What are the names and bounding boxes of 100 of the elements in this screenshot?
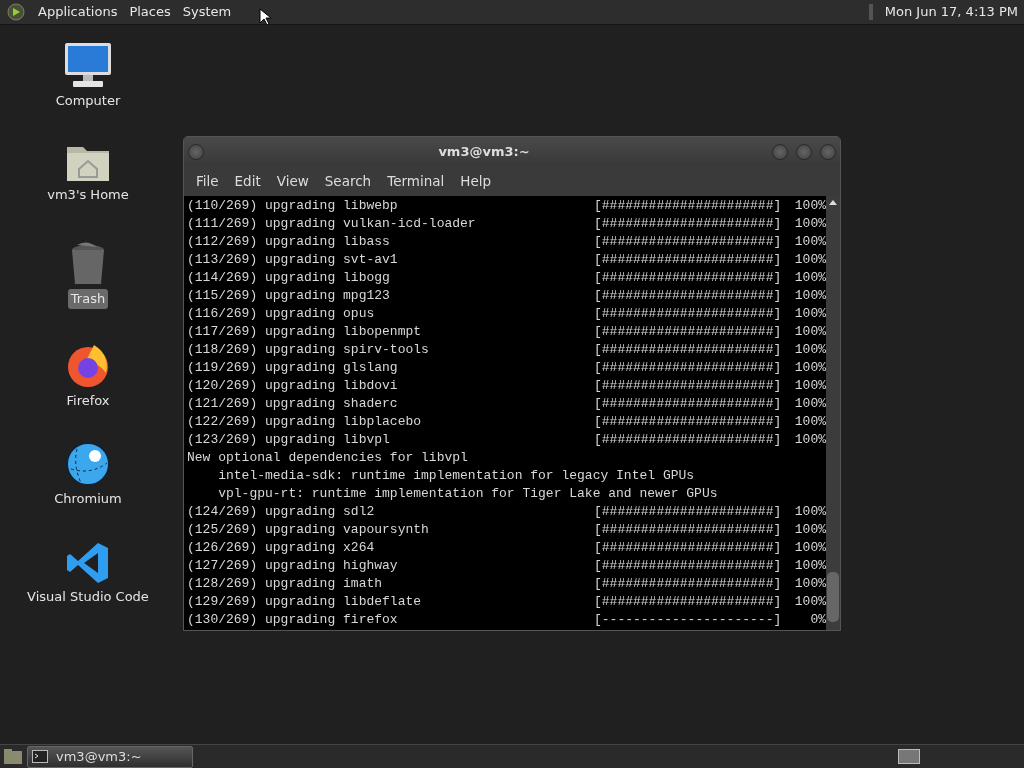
percent-text: 100%: [793, 287, 826, 305]
menu-item[interactable]: Help: [452, 170, 500, 192]
terminal-text: (116/269) upgrading opus: [187, 305, 376, 323]
terminal-text: (113/269) upgrading svt-av1: [187, 251, 399, 269]
panel-menu[interactable]: Applications: [32, 2, 124, 22]
panel-handle-icon: [868, 4, 873, 20]
workspace-switcher[interactable]: [898, 749, 920, 764]
percent-text: 100%: [793, 233, 826, 251]
terminal-text: (120/269) upgrading libdovi: [187, 377, 399, 395]
show-desktop-icon[interactable]: [3, 747, 23, 766]
percent-text: 100%: [793, 395, 826, 413]
percent-text: 100%: [793, 431, 826, 449]
icon-label[interactable]: Visual Studio Code: [24, 587, 152, 607]
progress-bar-text: [######################]: [594, 431, 783, 449]
progress-bar-text: [######################]: [594, 323, 783, 341]
terminal-icon: [32, 750, 48, 763]
terminal-text: (119/269) upgrading glslang: [187, 359, 399, 377]
menu-item[interactable]: Terminal: [379, 170, 453, 192]
chromium-icon[interactable]: [65, 441, 111, 487]
terminal-text: (129/269) upgrading libdeflate: [187, 593, 423, 611]
progress-bar-text: [######################]: [594, 413, 783, 431]
progress-bar-text: [######################]: [594, 269, 783, 287]
icon-label[interactable]: Trash: [67, 289, 109, 309]
progress-bar-text: [######################]: [594, 575, 783, 593]
terminal-text: (125/269) upgrading vapoursynth: [187, 521, 430, 539]
terminal-text: (115/269) upgrading mpg123: [187, 287, 391, 305]
progress-bar-text: [######################]: [594, 395, 783, 413]
percent-text: 100%: [793, 305, 826, 323]
terminal-text: (126/269) upgrading x264: [187, 539, 376, 557]
percent-text: 100%: [793, 593, 826, 611]
terminal-text: (114/269) upgrading libogg: [187, 269, 391, 287]
taskbar-button[interactable]: vm3@vm3:~: [27, 745, 193, 768]
terminal-text: (128/269) upgrading imath: [187, 575, 384, 593]
menu-item[interactable]: File: [188, 170, 227, 192]
percent-text: 100%: [793, 359, 826, 377]
window-title: vm3@vm3:~: [437, 142, 531, 161]
clock[interactable]: Mon Jun 17, 4:13 PM: [878, 2, 1024, 22]
progress-bar-text: [######################]: [594, 359, 783, 377]
progress-bar-text: [######################]: [594, 233, 783, 251]
progress-bar-text: [######################]: [594, 305, 783, 323]
panel-menu[interactable]: System: [176, 2, 238, 22]
terminal-text: (110/269) upgrading libwebp: [187, 197, 399, 215]
close-button[interactable]: [820, 143, 836, 160]
percent-text: 100%: [793, 251, 826, 269]
computer-icon[interactable]: [63, 41, 113, 89]
scrollbar[interactable]: [826, 196, 840, 630]
icon-label[interactable]: vm3's Home: [44, 185, 132, 205]
progress-bar-text: [######################]: [594, 197, 783, 215]
terminal-text: (127/269) upgrading highway: [187, 557, 399, 575]
icon-label[interactable]: Firefox: [63, 391, 113, 411]
percent-text: 100%: [793, 503, 826, 521]
terminal-text: vpl-gpu-rt: runtime implementation for Tiger Lake and newer GPUs: [217, 486, 718, 501]
icon-label[interactable]: Chromium: [51, 489, 125, 509]
terminal-text: (123/269) upgrading libvpl: [187, 431, 391, 449]
terminal-text: (124/269) upgrading sdl2: [187, 503, 376, 521]
percent-text: 100%: [793, 341, 826, 359]
progress-bar-text: [######################]: [594, 341, 783, 359]
terminal-text: (118/269) upgrading spirv-tools: [187, 341, 430, 359]
panel-menu[interactable]: Places: [123, 2, 177, 22]
mouse-cursor-icon: [259, 8, 272, 26]
terminal-text: (122/269) upgrading libplacebo: [187, 413, 423, 431]
progress-bar-text: [######################]: [594, 557, 783, 575]
menu-item[interactable]: Search: [316, 170, 380, 192]
percent-text: 100%: [793, 269, 826, 287]
percent-text: 100%: [793, 413, 826, 431]
progress-bar-text: [######################]: [594, 215, 783, 233]
progress-bar-text: [######################]: [594, 521, 783, 539]
terminal-text: (117/269) upgrading libopenmpt: [187, 323, 423, 341]
app-menu-icon[interactable]: [6, 2, 26, 22]
progress-bar-text: [######################]: [594, 287, 783, 305]
terminal-text: (112/269) upgrading libass: [187, 233, 391, 251]
progress-bar-text: [######################]: [594, 539, 783, 557]
menu-item[interactable]: View: [268, 170, 317, 192]
code-editor-icon[interactable]: [66, 541, 110, 585]
percent-text: 100%: [793, 377, 826, 395]
percent-text: 100%: [793, 197, 826, 215]
percent-text: 100%: [793, 539, 826, 557]
percent-text: 100%: [793, 575, 826, 593]
maximize-button[interactable]: [796, 143, 812, 160]
icon-label[interactable]: Computer: [52, 91, 124, 111]
progress-bar-text: [----------------------]: [594, 611, 783, 629]
percent-text: 100%: [793, 323, 826, 341]
percent-text: 0%: [809, 611, 826, 629]
progress-bar-text: [######################]: [594, 377, 783, 395]
terminal-text: (121/269) upgrading shaderc: [187, 395, 399, 413]
terminal-text: New optional dependencies for libvpl: [187, 450, 468, 465]
scroll-up-icon[interactable]: [826, 198, 840, 208]
progress-bar-text: [######################]: [594, 503, 783, 521]
scrollbar-thumb[interactable]: [827, 572, 839, 622]
window-menu-button[interactable]: [188, 143, 204, 160]
trash-icon[interactable]: [69, 241, 107, 287]
terminal-text: (130/269) upgrading firefox: [187, 611, 399, 629]
menu-item[interactable]: Edit: [226, 170, 269, 192]
terminal-text: (111/269) upgrading vulkan-icd-loader: [187, 215, 477, 233]
progress-bar-text: [######################]: [594, 593, 783, 611]
minimize-button[interactable]: [772, 143, 788, 160]
terminal-text: intel-media-sdk: runtime implementation for legacy Intel GPUs: [217, 468, 695, 483]
progress-bar-text: [######################]: [594, 251, 783, 269]
percent-text: 100%: [793, 557, 826, 575]
percent-text: 100%: [793, 521, 826, 539]
